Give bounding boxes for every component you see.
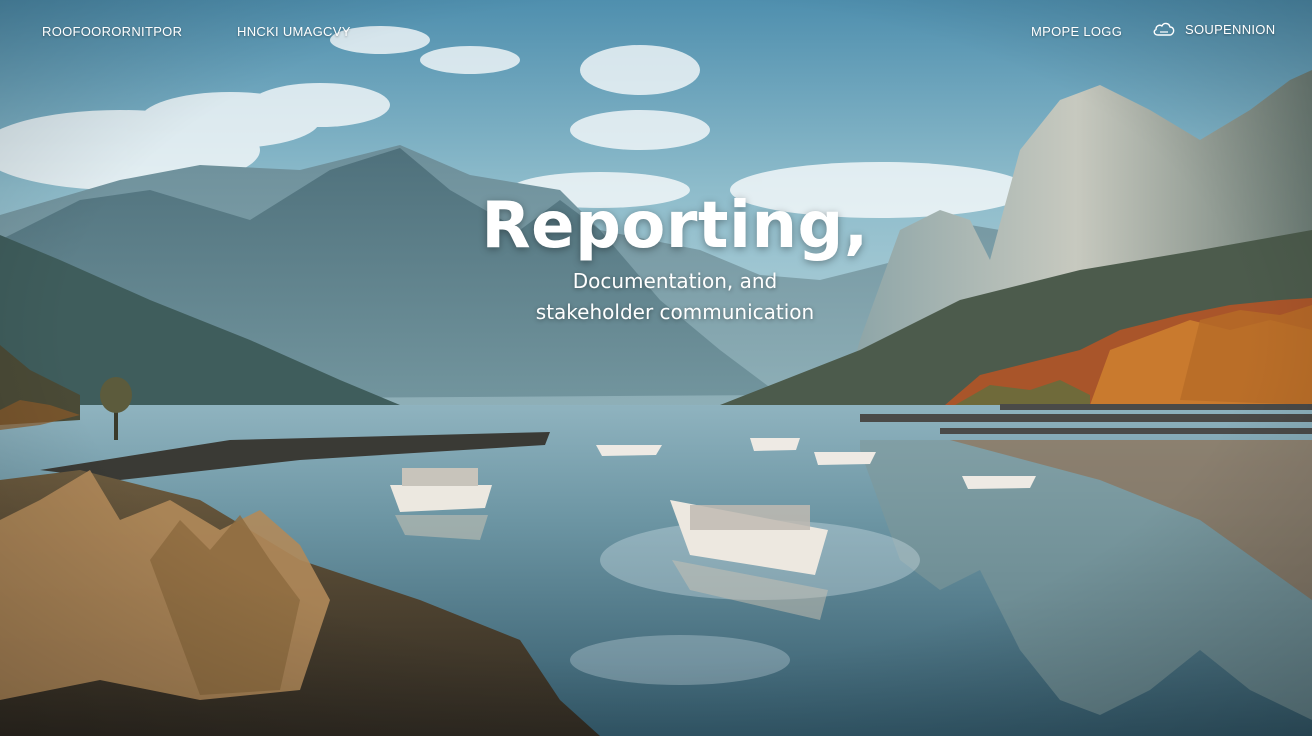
cloud-icon bbox=[1153, 22, 1175, 36]
hero-text: Reporting, Documentation, and stakeholde… bbox=[440, 186, 910, 328]
nav-link-support[interactable]: SOUPENNION bbox=[1152, 21, 1275, 37]
hero-subtitle-line-1: Documentation, and bbox=[572, 269, 778, 293]
nav-link-support-label: SOUPENNION bbox=[1185, 21, 1276, 37]
hero-title: Reporting, bbox=[481, 189, 869, 263]
top-navigation: ROOFOORORNITPOR HNCKI UMAGCVY MPOPE LOGG… bbox=[0, 0, 1312, 64]
hero-subtitle: Documentation, and stakeholder communica… bbox=[440, 266, 910, 328]
brand-logo-link[interactable]: ROOFOORORNITPOR bbox=[42, 24, 182, 39]
nav-link-blog[interactable]: MPOPE LOGG bbox=[1031, 24, 1122, 39]
nav-link-primary[interactable]: HNCKI UMAGCVY bbox=[237, 24, 351, 39]
hero-subtitle-line-2: stakeholder communication bbox=[535, 300, 815, 324]
background-landscape-image bbox=[0, 0, 1312, 736]
hero-page: ROOFOORORNITPOR HNCKI UMAGCVY MPOPE LOGG… bbox=[0, 0, 1312, 736]
